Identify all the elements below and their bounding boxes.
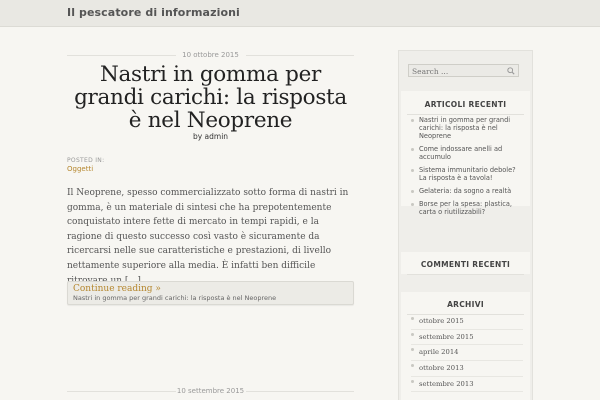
- continue-reading-title: Nastri in gomma per grandi carichi: la r…: [73, 294, 277, 302]
- recent-post-item[interactable]: Come indossare anelli ad accumulo: [411, 145, 523, 161]
- search-box: [408, 64, 519, 77]
- recent-comments-widget: COMMENTI RECENTI: [401, 252, 530, 275]
- next-post-date-divider: 10 settembre 2015: [67, 386, 354, 397]
- category-link[interactable]: Oggetti: [67, 165, 93, 173]
- archives-list: ottobre 2015 settembre 2015 aprile 2014 …: [411, 314, 523, 393]
- post-date-divider: 10 ottobre 2015: [67, 50, 354, 61]
- site-title-link[interactable]: Il pescatore di informazioni: [67, 6, 240, 19]
- archive-item[interactable]: aprile 2014: [411, 345, 523, 362]
- archive-item[interactable]: ottobre 2015: [411, 314, 523, 330]
- continue-reading-box[interactable]: Continue reading » Nastri in gomma per g…: [67, 281, 354, 305]
- search-input[interactable]: [412, 66, 502, 76]
- continue-reading-link[interactable]: Continue reading »: [73, 284, 348, 294]
- recent-post-item[interactable]: Gelateria: da sogno a realtà: [411, 187, 523, 195]
- recent-post-item[interactable]: Sistema immunitario debole? La risposta …: [411, 166, 523, 182]
- post-byline[interactable]: by admin: [67, 132, 354, 141]
- post-date[interactable]: 10 ottobre 2015: [175, 50, 246, 61]
- archive-item[interactable]: settembre 2013: [411, 377, 523, 393]
- recent-posts-widget: ARTICOLI RECENTI Nastri in gomma per gra…: [401, 91, 530, 216]
- recent-post-item[interactable]: Borse per la spesa: plastica, carta o ri…: [411, 200, 523, 216]
- archive-item[interactable]: settembre 2015: [411, 330, 523, 346]
- recent-posts-list: Nastri in gomma per grandi carichi: la r…: [411, 116, 523, 221]
- archives-widget: ARCHIVI ottobre 2015 settembre 2015 apri…: [401, 292, 530, 400]
- search-icon[interactable]: [507, 67, 515, 75]
- recent-comments-title: COMMENTI RECENTI: [401, 260, 530, 275]
- sidebar: ARTICOLI RECENTI Nastri in gomma per gra…: [398, 50, 533, 400]
- post-excerpt: Il Neoprene, spesso commercializzato sot…: [67, 188, 349, 286]
- recent-posts-title: ARTICOLI RECENTI: [401, 100, 530, 115]
- site-header: Il pescatore di informazioni: [0, 0, 600, 27]
- post-title[interactable]: Nastri in gomma per grandi carichi: la r…: [67, 63, 354, 132]
- next-post-date[interactable]: 10 settembre 2015: [175, 386, 246, 397]
- posted-in-label: POSTED IN:: [67, 157, 105, 164]
- archives-title: ARCHIVI: [401, 300, 530, 315]
- recent-post-item[interactable]: Nastri in gomma per grandi carichi: la r…: [411, 116, 523, 140]
- archive-item[interactable]: ottobre 2013: [411, 361, 523, 377]
